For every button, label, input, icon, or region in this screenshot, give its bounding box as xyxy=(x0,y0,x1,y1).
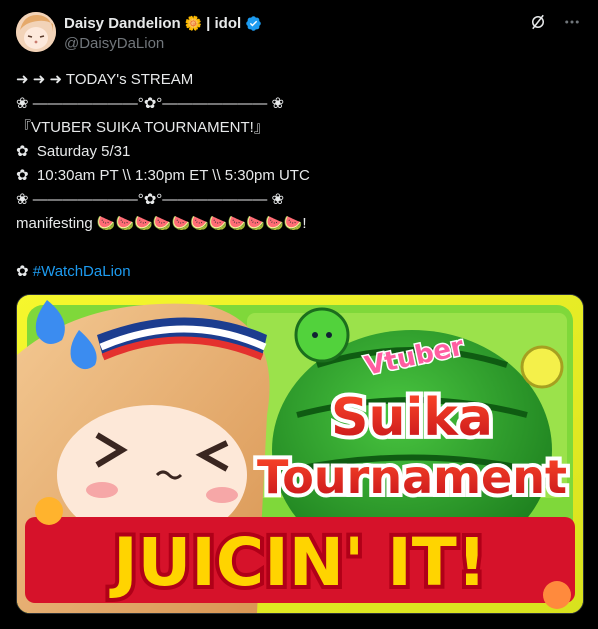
name-suffix: | idol xyxy=(206,14,242,32)
author-name-row: Daisy Dandelion 🌼 | idol xyxy=(64,13,262,33)
hashtag-link[interactable]: #WatchDaLion xyxy=(33,263,131,280)
stream-thumbnail: Vtuber Suika Tournament JUICIN' IT! xyxy=(17,295,583,613)
display-name[interactable]: Daisy Dandelion xyxy=(64,15,181,32)
flower-emoji: 🌼 xyxy=(184,15,203,31)
post: Daisy Dandelion 🌼 | idol @DaisyDaLion ➜ … xyxy=(0,0,598,629)
post-media[interactable]: Vtuber Suika Tournament JUICIN' IT! xyxy=(16,294,584,614)
post-line: manifesting 🍉🍉🍉🍉🍉🍉🍉🍉🍉🍉🍉! xyxy=(16,215,307,232)
post-line: 『VTUBER SUIKA TOURNAMENT!』 xyxy=(16,119,269,136)
post-line: ➜ ➜ ➜ TODAY's STREAM xyxy=(16,71,194,88)
author-handle[interactable]: @DaisyDaLion xyxy=(64,35,164,52)
post-actions xyxy=(528,12,582,32)
media-title-line1: Suika xyxy=(331,388,493,448)
post-text: ➜ ➜ ➜ TODAY's STREAM ❀ ———————°✿°———————… xyxy=(16,68,582,284)
post-line: ❀ ———————°✿°——————— ❀ xyxy=(16,95,285,112)
more-icon[interactable] xyxy=(562,12,582,32)
post-line: ✿ Saturday 5/31 xyxy=(16,143,131,160)
avatar[interactable] xyxy=(16,12,56,52)
post-line: ✿ 10:30am PT \\ 1:30pm ET \\ 5:30pm UTC xyxy=(16,167,310,184)
avatar-image xyxy=(16,12,56,52)
media-banner: JUICIN' IT! xyxy=(109,524,487,601)
post-line: ❀ ———————°✿°——————— ❀ xyxy=(16,191,285,208)
media-title-line2: Tournament xyxy=(257,450,567,504)
verified-badge-icon xyxy=(245,15,262,32)
grok-icon[interactable] xyxy=(528,12,548,32)
hashtag-prefix: ✿ xyxy=(16,263,33,280)
hashtag-line: ✿ #WatchDaLion xyxy=(16,260,582,284)
